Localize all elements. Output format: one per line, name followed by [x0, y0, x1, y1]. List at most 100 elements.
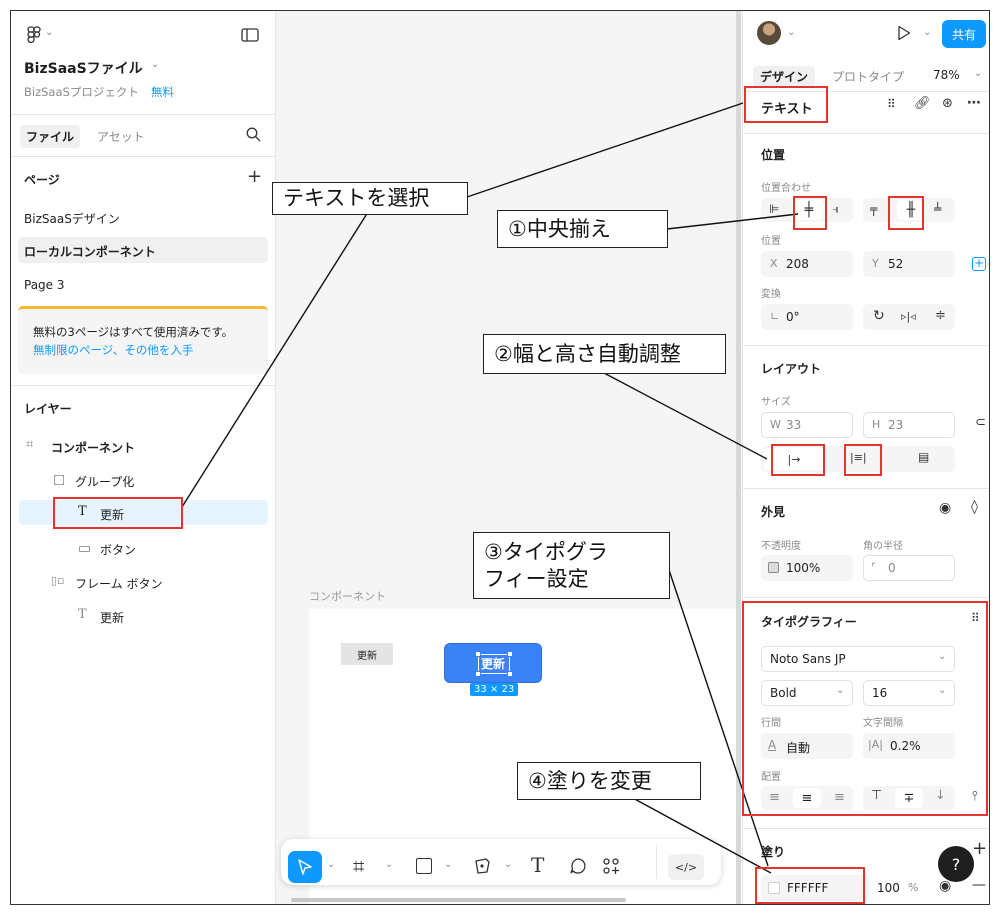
layer-item[interactable]: ボタン — [100, 541, 136, 558]
small-button[interactable]: 更新 — [341, 643, 393, 665]
layer-item[interactable]: コンポーネント — [51, 439, 135, 456]
comment-tool-icon[interactable] — [567, 856, 589, 876]
align-right-icon[interactable]: ⫣ — [832, 202, 839, 217]
page-item[interactable]: Page 3 — [24, 278, 65, 292]
align-bottom-icon[interactable]: ╧ — [934, 202, 941, 216]
link-icon[interactable]: 🔗︎ — [914, 96, 931, 111]
resize-handle[interactable] — [475, 671, 481, 677]
resize-handle[interactable] — [507, 671, 513, 677]
zoom-level[interactable]: 78% — [933, 68, 960, 82]
rotate-icon[interactable]: ↻ — [873, 308, 885, 324]
notice-link[interactable]: 無制限のページ、その他を入手 — [33, 342, 193, 358]
plan-badge: 無料 — [151, 85, 174, 99]
radius-field[interactable] — [863, 555, 955, 581]
rotation-value[interactable]: 0° — [786, 310, 800, 324]
dashed-square-icon — [54, 475, 64, 485]
component-icon[interactable]: ⊛ — [942, 96, 953, 111]
add-page-icon[interactable]: + — [247, 166, 262, 187]
actions-tool-icon[interactable] — [600, 856, 622, 876]
add-fill-icon[interactable]: + — [972, 838, 987, 859]
fill-heading: 塗り — [761, 845, 786, 859]
grid-icon[interactable]: ⠿ — [887, 97, 896, 111]
blend-mode-icon[interactable]: ◊ — [971, 499, 978, 515]
x-value[interactable]: 208 — [786, 257, 809, 271]
fixed-size-icon[interactable]: ▤ — [918, 450, 929, 464]
position-heading: 位置 — [761, 148, 786, 162]
align-top-icon[interactable]: ╤ — [870, 202, 877, 216]
eye-icon[interactable]: ◉ — [939, 500, 951, 516]
text-t-icon: T — [78, 607, 87, 622]
notice-text: 無料の3ページはすべて使用済みです。 — [33, 325, 234, 339]
x-label: X — [770, 257, 778, 270]
w-value[interactable]: 33 — [786, 418, 801, 432]
remove-fill-icon[interactable]: — — [972, 877, 986, 893]
search-icon[interactable] — [245, 126, 261, 142]
flip-horizontal-icon[interactable]: ▹|◃ — [901, 310, 916, 323]
dev-mode-icon[interactable]: </> — [668, 854, 704, 880]
project-name[interactable]: BizSaaSプロジェクト — [24, 84, 139, 100]
pen-tool-icon[interactable] — [471, 856, 493, 876]
chevron-down-icon[interactable]: ⌄ — [974, 68, 982, 79]
callout-typography: ③タイポグラ フィー設定 — [473, 532, 670, 599]
chevron-down-icon[interactable]: ⌄ — [444, 859, 452, 870]
page-item[interactable]: ローカルコンポーネント — [24, 243, 156, 260]
tab-assets[interactable]: アセット — [97, 128, 145, 145]
constraints-icon[interactable]: + — [972, 257, 986, 271]
corner-radius-icon: ⌜ — [871, 561, 877, 574]
layer-item[interactable]: 更新 — [100, 609, 124, 626]
page-item[interactable]: BizSaaSデザイン — [24, 210, 120, 227]
tab-design[interactable]: デザイン — [753, 66, 816, 87]
chevron-down-icon[interactable]: ⌄ — [923, 27, 931, 38]
y-value[interactable]: 52 — [888, 257, 903, 271]
tab-prototype[interactable]: プロトタイプ — [832, 68, 904, 85]
panel-toggle-icon[interactable] — [241, 27, 259, 43]
opacity-label: 不透明度 — [761, 541, 801, 552]
chevron-down-icon[interactable]: ⌄ — [327, 859, 335, 870]
file-title[interactable]: BizSaaSファイル — [24, 58, 143, 78]
layer-item[interactable]: フレーム ボタン — [75, 575, 162, 592]
opacity-value[interactable]: 100% — [786, 561, 820, 575]
resize-handle[interactable] — [507, 651, 513, 657]
tab-file[interactable]: ファイル — [20, 125, 81, 148]
h-label: H — [872, 418, 881, 431]
figma-logo-icon[interactable] — [23, 25, 45, 45]
bottom-toolbar — [281, 839, 721, 885]
text-tool-icon[interactable]: T — [531, 853, 544, 877]
chevron-down-icon[interactable]: ⌄ — [787, 27, 795, 38]
flip-vertical-icon[interactable]: ≑ — [935, 308, 946, 323]
fill-opacity[interactable]: 100 — [877, 881, 900, 895]
more-icon[interactable]: ⋯ — [967, 95, 981, 111]
avatar[interactable] — [757, 21, 781, 45]
frame-tool-icon[interactable]: ⌗ — [353, 854, 364, 878]
highlight-align-middle — [888, 196, 924, 230]
pages-heading: ページ — [24, 173, 60, 187]
play-icon[interactable] — [895, 24, 913, 42]
shape-tool-icon[interactable] — [416, 858, 432, 874]
chevron-down-icon[interactable]: ⌄ — [504, 859, 512, 870]
fill-opacity-unit: % — [908, 881, 919, 894]
layout-heading: レイアウト — [761, 362, 822, 376]
chevron-down-icon[interactable]: ⌄ — [151, 59, 159, 70]
selected-text[interactable]: 更新 — [481, 655, 505, 672]
position-label: 位置 — [761, 236, 781, 247]
chevron-down-icon[interactable]: ⌄ — [385, 859, 393, 870]
vertical-scrollbar[interactable] — [736, 11, 741, 904]
constrain-proportions-icon[interactable]: ⊂ — [975, 415, 986, 430]
resize-handle[interactable] — [475, 651, 481, 657]
horizontal-scrollbar[interactable] — [291, 898, 626, 902]
transform-label: 変換 — [761, 289, 781, 300]
frame-icon: ▯▫ — [51, 574, 65, 587]
highlight-fill — [755, 867, 865, 904]
chevron-down-icon[interactable]: ⌄ — [45, 27, 53, 38]
layer-item[interactable]: グループ化 — [75, 473, 134, 490]
radius-value[interactable]: 0 — [888, 561, 896, 575]
h-value[interactable]: 23 — [888, 418, 903, 432]
section-label[interactable]: コンポーネント — [309, 588, 386, 604]
share-button[interactable]: 共有 — [942, 20, 986, 48]
callout-typography-line2: フィー設定 — [484, 566, 589, 591]
help-button[interactable]: ? — [938, 846, 974, 882]
highlight-auto-width — [771, 444, 825, 476]
align-left-icon[interactable]: ⊫ — [769, 202, 779, 216]
size-label: サイズ — [761, 397, 791, 408]
move-tool-icon[interactable] — [288, 851, 322, 883]
